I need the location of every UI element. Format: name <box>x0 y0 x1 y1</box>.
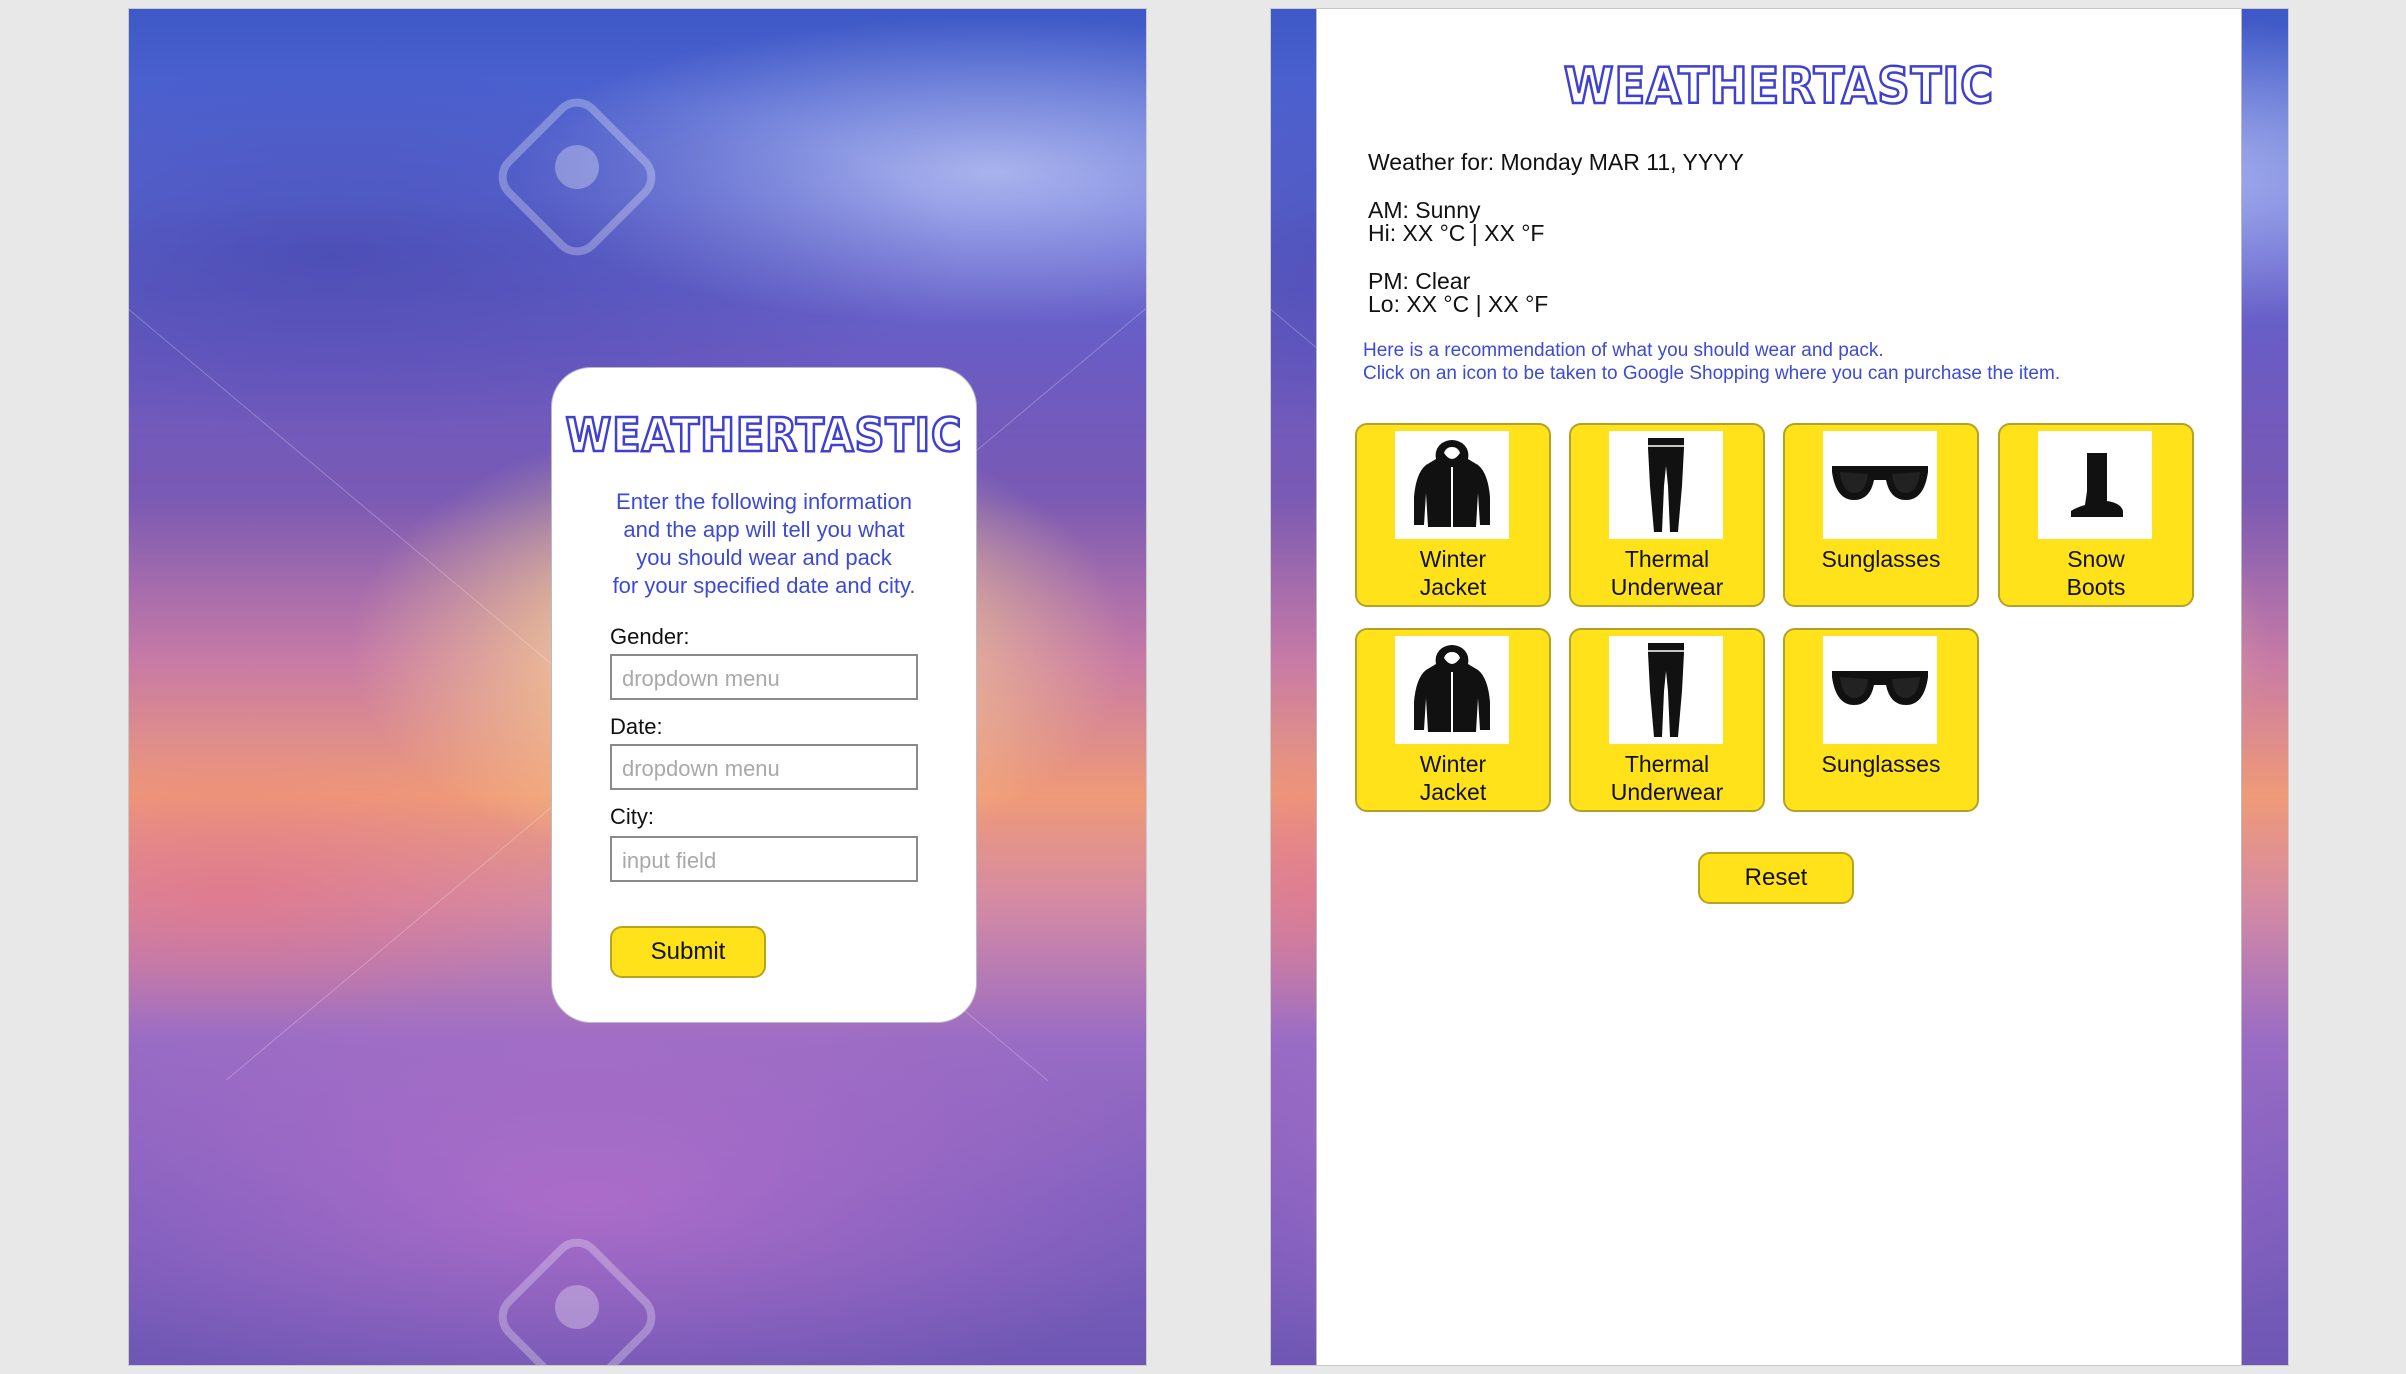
form-screen: WEATHERTASTIC Enter the following inform… <box>128 8 1147 1366</box>
item-label: Winter Jacket <box>1419 546 1487 600</box>
item-tile-winter-jacket[interactable]: Winter Jacket <box>1355 423 1551 607</box>
gender-dropdown-placeholder: dropdown menu <box>622 666 780 691</box>
item-tile-sunglasses[interactable]: Sunglasses <box>1783 423 1979 607</box>
reset-button[interactable]: Reset <box>1698 852 1854 904</box>
recommendation-line: Here is a recommendation of what you sho… <box>1363 340 1884 361</box>
item-label: Winter Jacket <box>1419 751 1487 805</box>
sunglasses-icon <box>1823 431 1937 539</box>
date-dropdown[interactable]: dropdown menu <box>610 744 918 790</box>
item-label: Thermal Underwear <box>1610 751 1724 805</box>
item-tile-winter-jacket[interactable]: Winter Jacket <box>1355 628 1551 812</box>
jacket-icon <box>1395 431 1509 539</box>
leggings-icon <box>1609 431 1723 539</box>
recommendation-line: Click on an icon to be taken to Google S… <box>1363 363 2061 384</box>
submit-button[interactable]: Submit <box>610 926 766 978</box>
low-temperature: Lo: XX °C | XX °F <box>1368 291 1549 317</box>
input-card: WEATHERTASTIC Enter the following inform… <box>551 367 977 1023</box>
weather-date: Weather for: Monday MAR 11, YYYY <box>1368 149 1744 175</box>
item-label: Snow Boots <box>2066 546 2126 600</box>
item-label: Sunglasses <box>1821 751 1941 777</box>
date-label: Date: <box>610 714 663 739</box>
city-label: City: <box>610 804 654 829</box>
item-label: Sunglasses <box>1821 546 1941 572</box>
pm-condition: PM: Clear <box>1368 268 1471 294</box>
city-input-placeholder: input field <box>622 848 717 873</box>
item-tile-thermal-underwear[interactable]: Thermal Underwear <box>1569 423 1765 607</box>
gender-dropdown[interactable]: dropdown menu <box>610 654 918 700</box>
results-screen: WEATHERTASTIC Weather for: Monday MAR 11… <box>1270 8 2289 1366</box>
item-label: Thermal Underwear <box>1610 546 1724 600</box>
app-logo: WEATHERTASTIC <box>1563 56 1995 117</box>
high-temperature: Hi: XX °C | XX °F <box>1368 220 1545 246</box>
leggings-icon <box>1609 636 1723 744</box>
app-logo: WEATHERTASTIC <box>564 407 963 464</box>
item-tile-thermal-underwear[interactable]: Thermal Underwear <box>1569 628 1765 812</box>
recommendation-text: Here is a recommendation of what you sho… <box>1363 339 2060 385</box>
results-page: WEATHERTASTIC Weather for: Monday MAR 11… <box>1316 9 2242 1365</box>
sunglasses-icon <box>1823 636 1937 744</box>
date-dropdown-placeholder: dropdown menu <box>622 756 780 781</box>
jacket-icon <box>1395 636 1509 744</box>
am-condition: AM: Sunny <box>1368 197 1481 223</box>
item-tile-snow-boots[interactable]: Snow Boots <box>1998 423 2194 607</box>
item-tile-sunglasses[interactable]: Sunglasses <box>1783 628 1979 812</box>
gender-label: Gender: <box>610 624 690 649</box>
boot-icon <box>2038 431 2152 539</box>
city-input[interactable]: input field <box>610 836 918 882</box>
intro-text: Enter the following information and the … <box>612 489 916 598</box>
